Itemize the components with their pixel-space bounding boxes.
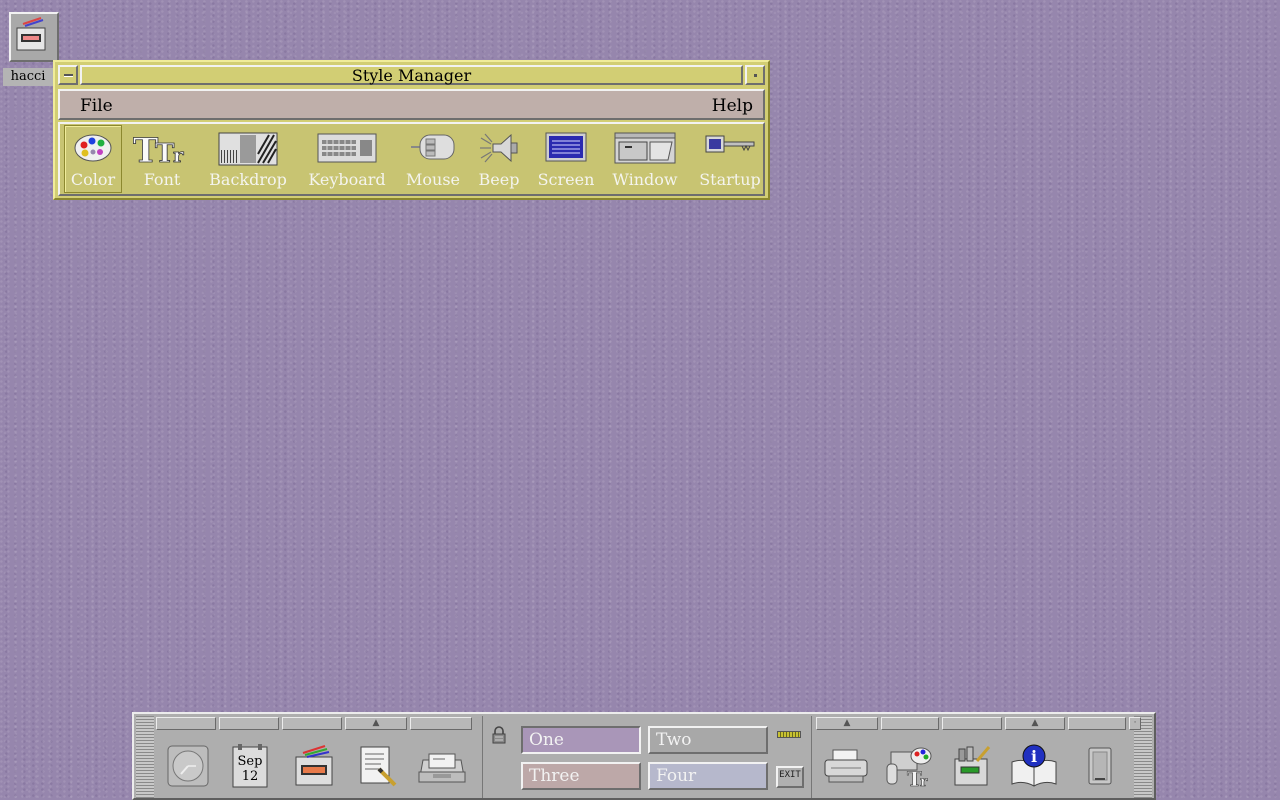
app-manager-icon	[954, 746, 991, 786]
subpanel-up-arrow-icon: ▲	[372, 718, 380, 728]
title-bar: Style Manager	[58, 65, 765, 87]
font-icon: T T r	[133, 132, 184, 166]
workspace-button-three[interactable]: Three	[521, 762, 641, 790]
tool-screen-label: Screen	[537, 170, 595, 189]
tool-startup-label: Startup	[699, 170, 761, 189]
subpanel-tab-2[interactable]	[219, 717, 279, 730]
text-editor-button[interactable]	[346, 734, 410, 798]
subpanel-up-arrow-icon: ▲	[843, 718, 851, 728]
window-menu-icon	[64, 74, 73, 77]
screen-icon	[545, 132, 587, 162]
tool-backdrop-label: Backdrop	[209, 170, 287, 189]
tool-font[interactable]: T T r Font	[130, 126, 194, 192]
tool-mouse-label: Mouse	[406, 170, 460, 189]
tool-screen[interactable]: Screen	[536, 126, 596, 192]
minimize-button[interactable]	[745, 65, 765, 85]
subpanel-tab-10[interactable]	[1068, 717, 1126, 730]
svg-text:r: r	[173, 143, 184, 166]
text-editor-icon	[360, 746, 397, 787]
subpanel-tab-4-arrow[interactable]: ▲	[345, 717, 407, 730]
svg-text:i: i	[1031, 747, 1037, 766]
front-panel-left-handle[interactable]	[136, 716, 154, 798]
window-icon	[614, 132, 676, 164]
trash-button[interactable]	[1068, 734, 1132, 798]
app-manager-button[interactable]	[940, 734, 1004, 798]
style-manager-window: Style Manager File Help Color T T r Font…	[53, 60, 770, 200]
tool-startup[interactable]: Startup	[692, 126, 768, 192]
desktop-icon-label: hacci	[3, 68, 53, 86]
calendar-button[interactable]: Sep 12	[218, 734, 282, 798]
subpanel-tab-7[interactable]	[881, 717, 939, 730]
mail-icon	[418, 753, 466, 783]
tool-color-label: Color	[70, 170, 116, 189]
subpanel-tab-6-arrow[interactable]: ▲	[816, 717, 878, 730]
calendar-month: Sep	[238, 754, 263, 769]
speaker-icon	[480, 133, 518, 163]
subpanel-tab-8[interactable]	[942, 717, 1002, 730]
calendar-day: 12	[242, 769, 259, 784]
tool-window-label: Window	[612, 170, 678, 189]
style-manager-button[interactable]: T r	[878, 734, 942, 798]
minimize-icon	[754, 74, 757, 77]
style-toolbar: Color T T r Font Backdrop Keyboard Mouse…	[58, 122, 765, 196]
subpanel-tab-9-arrow[interactable]: ▲	[1005, 717, 1065, 730]
minimize-panel-button[interactable]: ·	[1129, 717, 1141, 730]
file-manager-button[interactable]	[282, 734, 346, 798]
menu-help[interactable]: Help	[712, 96, 753, 116]
subpanel-up-arrow-icon: ▲	[1031, 718, 1039, 728]
subpanel-tab-3[interactable]	[282, 717, 342, 730]
subpanel-tab-1[interactable]	[156, 717, 216, 730]
help-icon: i	[1011, 744, 1057, 787]
busy-light-icon	[777, 731, 801, 738]
tool-beep-label: Beep	[478, 170, 520, 189]
svg-text:T: T	[155, 139, 175, 166]
mail-button[interactable]	[410, 734, 474, 798]
tool-beep[interactable]: Beep	[474, 126, 524, 192]
workspace-switch: One Two Three Four EXIT	[482, 716, 812, 798]
minimize-icon: ·	[1133, 718, 1137, 728]
exit-label: EXIT	[779, 770, 801, 780]
style-manager-icon	[9, 12, 59, 62]
printer-icon	[824, 749, 868, 783]
keyboard-icon	[317, 133, 377, 163]
trash-icon	[1088, 747, 1112, 785]
style-manager-icon: T r	[886, 747, 932, 788]
tool-window[interactable]: Window	[608, 126, 682, 192]
window-title[interactable]: Style Manager	[80, 65, 743, 85]
clock-button[interactable]	[156, 734, 220, 798]
tool-font-label: Font	[143, 170, 181, 189]
svg-text:r: r	[920, 774, 928, 788]
workspace-button-one[interactable]: One	[521, 726, 641, 754]
clock-icon	[167, 745, 209, 787]
subpanel-tab-5[interactable]	[410, 717, 472, 730]
workspace-button-four[interactable]: Four	[648, 762, 768, 790]
key-icon	[705, 135, 755, 153]
menu-bar: File Help	[58, 89, 765, 120]
backdrop-icon	[218, 132, 278, 166]
printer-button[interactable]	[814, 734, 878, 798]
front-panel: ▲ Sep 12 One Two Three Four EXIT ▲ ▲ · T…	[132, 712, 1156, 800]
tool-mouse[interactable]: Mouse	[402, 126, 464, 192]
workspace-button-two[interactable]: Two	[648, 726, 768, 754]
tool-color[interactable]: Color	[64, 125, 122, 193]
exit-button[interactable]: EXIT	[776, 766, 804, 788]
help-manager-button[interactable]: i	[1002, 734, 1066, 798]
tool-backdrop[interactable]: Backdrop	[206, 126, 290, 192]
tool-keyboard[interactable]: Keyboard	[305, 126, 389, 192]
mouse-icon	[411, 134, 455, 160]
lock-icon[interactable]	[491, 726, 507, 744]
window-menu-button[interactable]	[58, 65, 78, 85]
menu-file[interactable]: File	[80, 96, 113, 116]
color-palette-icon	[74, 134, 112, 162]
file-manager-icon	[295, 745, 333, 786]
calendar-icon: Sep 12	[232, 744, 268, 788]
tool-keyboard-label: Keyboard	[308, 170, 386, 189]
